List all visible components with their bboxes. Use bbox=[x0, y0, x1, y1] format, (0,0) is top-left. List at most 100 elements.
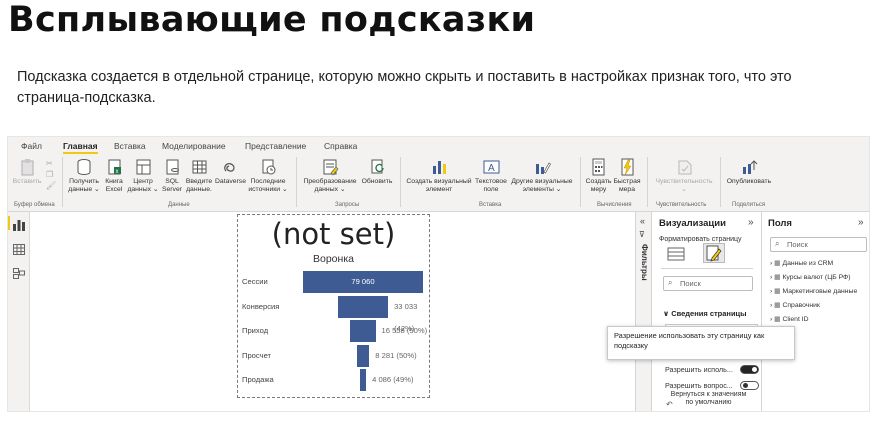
page-info-section-header[interactable]: ∨ Сведения страницы bbox=[663, 309, 747, 318]
sensitivity-button[interactable]: Чувствительность ⌄ bbox=[652, 158, 716, 194]
refresh-icon bbox=[369, 158, 386, 176]
funnel-bar[interactable] bbox=[356, 344, 370, 367]
sensitivity-icon bbox=[676, 158, 693, 176]
report-canvas: (not set) Воронка Сессии 79 060 Конверсия 3… bbox=[30, 212, 635, 411]
viz-search-placeholder: Поиск bbox=[680, 279, 701, 288]
group-share: Поделиться bbox=[732, 202, 766, 208]
data-hub-button[interactable]: Центр данных ⌄ bbox=[127, 158, 159, 194]
quick-measure-button[interactable]: Быстрая мера bbox=[613, 158, 641, 194]
chevron-down-icon: ∨ bbox=[663, 309, 670, 318]
divider bbox=[400, 157, 401, 207]
filters-pane-collapsed[interactable]: « ⊽ Фильтры bbox=[635, 212, 652, 411]
divider bbox=[647, 157, 648, 207]
dataverse-icon bbox=[222, 158, 239, 176]
group-clipboard: Буфер обмена bbox=[14, 202, 55, 208]
toggle-knob bbox=[743, 383, 748, 388]
field-table-name: Маркетинговые данные bbox=[782, 288, 858, 295]
funnel-value-label: 16 558 (50%) bbox=[381, 326, 428, 335]
data-hub-label-2: данных ⌄ bbox=[127, 186, 159, 193]
more-visuals-button[interactable]: Другие визуальные элементы ⌄ bbox=[509, 158, 575, 194]
textbox-label: Текстовое bbox=[475, 178, 507, 185]
publish-button[interactable]: Опубликовать bbox=[724, 158, 774, 186]
get-data-button[interactable]: Получить данные ⌄ bbox=[66, 158, 102, 194]
visualizations-pane: Визуализации » Форматировать страницу ⌕ … bbox=[652, 212, 762, 411]
new-visual-button[interactable]: Создать визуальный элемент bbox=[404, 158, 474, 194]
funnel-bar[interactable] bbox=[337, 295, 389, 318]
funnel-chart[interactable]: Сессии 79 060 Конверсия 33 033 (42%) Приход 1… bbox=[238, 271, 429, 395]
transform-data-button[interactable]: Преобразование данных ⌄ bbox=[301, 158, 359, 194]
allow-qa-label: Разрешить вопрос... bbox=[665, 381, 733, 390]
quick-measure-label-2: мера bbox=[618, 186, 635, 193]
textbox-button[interactable]: A Текстовое поле bbox=[474, 158, 508, 194]
tab-home[interactable]: Главная bbox=[63, 141, 98, 154]
format-painter-icon[interactable]: 🖌 bbox=[46, 180, 56, 191]
transform-data-label-2: данных ⌄ bbox=[314, 186, 346, 193]
svg-text:x: x bbox=[115, 169, 118, 175]
build-visual-icon[interactable] bbox=[667, 247, 685, 266]
funnel-bar[interactable] bbox=[350, 320, 376, 342]
field-table-item[interactable]: › ▦ Курсы валют (ЦБ РФ) bbox=[770, 273, 850, 281]
viz-search-input[interactable]: ⌕ Поиск bbox=[663, 276, 753, 291]
field-table-item[interactable]: › ▦ Справочник bbox=[770, 301, 820, 309]
tab-view[interactable]: Представление bbox=[245, 141, 306, 151]
reset-to-default-button[interactable]: Вернуться к значениям по умолчанию bbox=[661, 391, 756, 407]
tooltip-page-visual[interactable]: (not set) Воронка Сессии 79 060 Конверсия 3… bbox=[237, 214, 430, 398]
group-insert: Вставка bbox=[479, 202, 502, 208]
slide-description: Подсказка создается в отдельной странице… bbox=[17, 69, 792, 106]
new-measure-button[interactable]: Создать меру bbox=[585, 158, 612, 194]
cut-icon[interactable]: ✂ bbox=[46, 158, 56, 169]
excel-button[interactable]: x Книга Excel bbox=[103, 158, 125, 194]
database-icon bbox=[76, 158, 93, 176]
data-view-icon[interactable] bbox=[13, 242, 25, 255]
tab-help[interactable]: Справка bbox=[324, 141, 357, 151]
divider bbox=[296, 157, 297, 207]
allow-tooltip-label: Разрешить исполь... bbox=[665, 365, 733, 374]
dataverse-label: Dataverse bbox=[215, 178, 246, 185]
funnel-bar[interactable] bbox=[359, 369, 367, 391]
funnel-value-label: 4 086 (49%) bbox=[372, 375, 414, 384]
collapse-fields-icon[interactable]: » bbox=[858, 217, 864, 228]
sql-server-button[interactable]: SQL Server bbox=[160, 158, 184, 194]
transform-data-icon bbox=[322, 158, 339, 176]
dataverse-button[interactable]: Dataverse bbox=[214, 158, 247, 186]
new-visual-label-2: элемент bbox=[425, 186, 453, 193]
fields-search-input[interactable]: ⌕ Поиск bbox=[770, 237, 867, 252]
model-view-icon[interactable] bbox=[13, 266, 25, 279]
expand-filters-icon[interactable]: « bbox=[640, 216, 645, 226]
more-visuals-label-2: элементы ⌄ bbox=[522, 186, 562, 193]
copy-icon[interactable]: ❐ bbox=[46, 169, 56, 180]
divider bbox=[62, 157, 63, 207]
field-table-item[interactable]: › ▦ Данные из CRM bbox=[770, 259, 833, 267]
paste-label: Вставить bbox=[12, 178, 42, 185]
search-icon: ⌕ bbox=[775, 239, 780, 248]
recent-sources-button[interactable]: Последние источники ⌄ bbox=[248, 158, 288, 194]
report-view-icon[interactable] bbox=[13, 218, 25, 231]
calculator-icon bbox=[590, 158, 607, 176]
collapse-visualizations-icon[interactable]: » bbox=[748, 217, 754, 228]
format-visual-icon[interactable] bbox=[703, 243, 725, 263]
visualizations-title: Визуализации bbox=[659, 218, 726, 229]
filter-funnel-icon: ⊽ bbox=[639, 230, 645, 239]
excel-label: Книга bbox=[105, 178, 123, 185]
sensitivity-label: Чувствительность bbox=[655, 178, 713, 185]
publish-label: Опубликовать bbox=[726, 178, 772, 185]
paste-button[interactable]: Вставить bbox=[12, 158, 42, 186]
fields-title: Поля bbox=[768, 218, 792, 229]
card-value: (not set) bbox=[271, 217, 396, 251]
tab-file[interactable]: Файл bbox=[21, 141, 42, 151]
funnel-stage-label: Продажа bbox=[242, 375, 274, 384]
field-table-item[interactable]: › ▦ Маркетинговые данные bbox=[770, 287, 857, 295]
tab-modeling[interactable]: Моделирование bbox=[162, 141, 226, 151]
paste-icon bbox=[19, 158, 36, 176]
new-visual-label: Создать визуальный bbox=[406, 178, 472, 185]
quick-measure-label: Быстрая bbox=[613, 178, 641, 185]
refresh-button[interactable]: Обновить bbox=[360, 158, 394, 186]
tab-insert[interactable]: Вставка bbox=[114, 141, 146, 151]
field-table-item[interactable]: › ▦ Client ID bbox=[770, 315, 809, 323]
allow-qa-toggle[interactable] bbox=[740, 381, 759, 390]
enter-data-button[interactable]: Введите данные. bbox=[184, 158, 214, 194]
tooltip-popup: Разрешение использовать эту страницу как… bbox=[607, 326, 795, 360]
transform-data-label: Преобразование bbox=[303, 178, 357, 185]
allow-tooltip-toggle[interactable] bbox=[740, 365, 759, 374]
recent-sources-icon bbox=[260, 158, 277, 176]
